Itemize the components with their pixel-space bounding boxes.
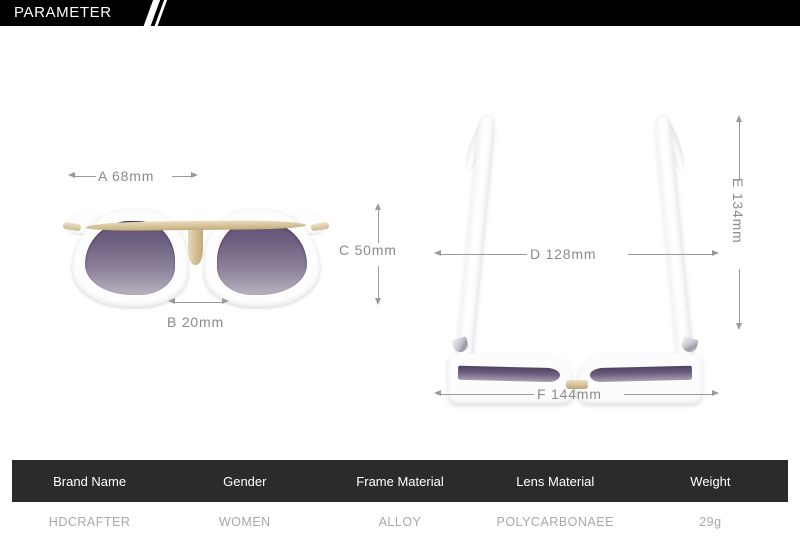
top-right-lens-sliver: [589, 365, 693, 383]
dimension-a-arrow-right-icon: [191, 172, 198, 178]
dimension-d-line-left: [440, 253, 527, 255]
front-left-lens: [85, 221, 175, 295]
front-frame: [62, 209, 330, 307]
dimension-a-line-left: [74, 175, 96, 177]
dimension-b-label: B 20mm: [167, 314, 224, 330]
dimension-c-arrow-down-icon: [375, 298, 381, 305]
cell-brand-name: HDCRAFTER: [48, 515, 131, 529]
top-left-temple-arm: [456, 116, 496, 365]
dimension-b-line: [174, 301, 224, 303]
dimension-a-label: A 68mm: [98, 168, 155, 184]
dimension-d-line-right: [628, 253, 714, 255]
sunglasses-front-view-image: [62, 201, 330, 311]
dimension-f-line-left: [440, 393, 534, 395]
specification-table: Brand Name Gender Frame Material Lens Ma…: [12, 460, 788, 542]
column-header-brand-name: Brand Name: [53, 473, 127, 489]
front-right-temple-stub: [310, 221, 330, 232]
dimension-e-arrow-down-icon: [736, 323, 742, 330]
dimension-c-label: C 50mm: [339, 242, 397, 258]
column-header-weight: Weight: [690, 473, 731, 489]
dimension-f-line-right: [624, 393, 714, 395]
front-gold-bridge: [188, 227, 203, 265]
dimension-f-arrow-right-icon: [712, 390, 719, 396]
dimension-b-arrow-right-icon: [222, 298, 229, 304]
column-header-lens-material: Lens Material: [516, 473, 595, 489]
page-header-bar: PARAMETER: [0, 0, 800, 26]
cell-lens-material: POLYCARBONAEE: [496, 515, 614, 529]
cell-gender: WOMEN: [218, 515, 271, 529]
dimension-c-line-bottom: [378, 266, 379, 300]
page-title: PARAMETER: [14, 4, 112, 21]
dimension-d-label: D 128mm: [530, 246, 597, 262]
column-header-frame-material: Frame Material: [356, 473, 444, 489]
dimension-e-label: E 134mm: [730, 178, 746, 244]
dimension-e-line-top: [739, 121, 740, 179]
dimension-d-arrow-right-icon: [712, 250, 719, 256]
dimension-c-line-top: [378, 209, 379, 243]
front-left-temple-stub: [62, 221, 82, 232]
product-diagram-area: A 68mm B 20mm C 50mm D 128mm E 134mm F 1…: [0, 26, 800, 446]
column-header-gender: Gender: [223, 473, 267, 489]
top-left-lens-sliver: [457, 365, 561, 383]
dimension-e-line-bottom: [739, 269, 740, 326]
cell-weight: 29g: [699, 515, 722, 529]
dimension-f-label: F 144mm: [537, 386, 602, 402]
table-row: HDCRAFTER WOMEN ALLOY POLYCARBONAEE 29g: [12, 502, 788, 542]
specification-table-header-row: Brand Name Gender Frame Material Lens Ma…: [12, 460, 788, 502]
cell-frame-material: ALLOY: [378, 515, 422, 529]
